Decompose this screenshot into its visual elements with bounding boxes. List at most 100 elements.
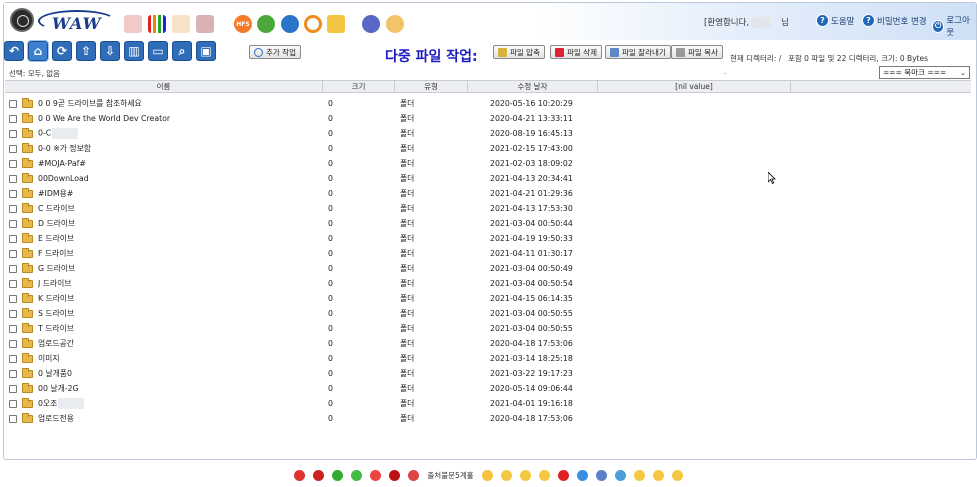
column-type[interactable]: 유형 bbox=[395, 81, 468, 92]
clover-icon[interactable] bbox=[332, 469, 344, 481]
search-files-icon[interactable]: ⌕ bbox=[172, 41, 192, 61]
row-name[interactable]: E 드라이브 bbox=[38, 233, 328, 244]
copy-button[interactable]: 파일 복사 bbox=[671, 45, 723, 59]
cool-icon[interactable] bbox=[671, 469, 683, 481]
row-name[interactable]: 0 0 9곧 드라이브를 참조하세요 bbox=[38, 98, 328, 109]
mushroom-icon[interactable] bbox=[370, 469, 382, 481]
berry-icon[interactable] bbox=[313, 469, 325, 481]
logout-link[interactable]: ⏻ 로그아웃 bbox=[932, 14, 976, 38]
row-name[interactable]: 0-C bbox=[38, 128, 328, 139]
globe-icon[interactable] bbox=[362, 15, 380, 33]
row-name[interactable]: G 드라이브 bbox=[38, 263, 328, 274]
row-checkbox[interactable] bbox=[9, 309, 17, 318]
waw-logo[interactable]: WAW bbox=[38, 8, 118, 34]
utorrent-icon[interactable] bbox=[257, 15, 275, 33]
change-password-link[interactable]: ? 비밀번호 변경 bbox=[862, 14, 927, 27]
cut-button[interactable]: 파일 잘라내기 bbox=[605, 45, 671, 59]
refresh-icon[interactable]: ⟳ bbox=[52, 41, 72, 61]
archive-button[interactable]: 파일 압축 bbox=[493, 45, 545, 59]
bookmark-select[interactable]: === 북마크 === ⌄ bbox=[879, 66, 970, 79]
row-name[interactable]: #MOJA-Paf# bbox=[38, 159, 328, 168]
new-folder-icon[interactable]: ▭ bbox=[148, 41, 168, 61]
row-name[interactable]: K 드라이브 bbox=[38, 293, 328, 304]
table-row[interactable]: #IDM용# 0 폴더 2021-04-21 01:29:36 bbox=[9, 186, 709, 201]
table-row[interactable]: T 드라이브 0 폴더 2021-03-04 00:50:55 bbox=[9, 321, 709, 336]
cloud-icon[interactable] bbox=[595, 469, 607, 481]
upload-icon[interactable]: ⇧ bbox=[76, 41, 96, 61]
table-row[interactable]: #MOJA-Paf# 0 폴더 2021-02-03 18:09:02 bbox=[9, 156, 709, 171]
row-name[interactable]: F 드라이브 bbox=[38, 248, 328, 259]
ladybug-icon[interactable] bbox=[294, 469, 306, 481]
site-emblem-icon[interactable] bbox=[10, 8, 34, 32]
table-row[interactable]: 0-0 ※가 정보함 0 폴더 2021-02-15 17:43:00 bbox=[9, 141, 709, 156]
calligraphy-icon[interactable] bbox=[172, 15, 190, 33]
row-checkbox[interactable] bbox=[9, 129, 17, 138]
row-checkbox[interactable] bbox=[9, 219, 17, 228]
row-checkbox[interactable] bbox=[9, 174, 17, 183]
row-name[interactable]: 00 날개-2G bbox=[38, 383, 328, 394]
qbittorrent-icon[interactable] bbox=[281, 15, 299, 33]
row-checkbox[interactable] bbox=[9, 354, 17, 363]
column-extra[interactable]: [nil value] bbox=[598, 81, 791, 92]
leaf-icon[interactable] bbox=[351, 469, 363, 481]
row-checkbox[interactable] bbox=[9, 249, 17, 258]
table-row[interactable]: 00DownLoad 0 폴더 2021-04-13 20:34:41 bbox=[9, 171, 709, 186]
back-icon[interactable]: ↶ bbox=[4, 41, 24, 61]
row-name[interactable]: 이미지 bbox=[38, 353, 328, 364]
home-icon[interactable]: ⌂ bbox=[27, 40, 49, 62]
row-checkbox[interactable] bbox=[9, 99, 17, 108]
table-row[interactable]: J 드라이브 0 폴더 2021-03-04 00:50:54 bbox=[9, 276, 709, 291]
column-name[interactable]: 이름 bbox=[5, 81, 323, 92]
table-row[interactable]: G 드라이브 0 폴더 2021-03-04 00:50:49 bbox=[9, 261, 709, 276]
row-name[interactable]: S 드라이브 bbox=[38, 308, 328, 319]
character-icon[interactable] bbox=[196, 15, 214, 33]
row-checkbox[interactable] bbox=[9, 279, 17, 288]
equalizer-icon[interactable] bbox=[148, 15, 166, 33]
table-row[interactable]: D 드라이브 0 폴더 2021-03-04 00:50:44 bbox=[9, 216, 709, 231]
row-checkbox[interactable] bbox=[9, 339, 17, 348]
mascot-icon[interactable] bbox=[124, 15, 142, 33]
row-name[interactable]: 0오조 bbox=[38, 398, 328, 410]
mushroom-red-icon[interactable] bbox=[557, 469, 569, 481]
table-row[interactable]: 00 날개-2G 0 폴더 2020-05-14 09:06:44 bbox=[9, 381, 709, 396]
candy-icon[interactable] bbox=[408, 469, 420, 481]
table-row[interactable]: 업로드공간 0 폴더 2020-04-18 17:53:06 bbox=[9, 336, 709, 351]
row-checkbox[interactable] bbox=[9, 204, 17, 213]
hfs-icon[interactable]: HFS bbox=[234, 15, 252, 33]
row-name[interactable]: 업로드공간 bbox=[38, 338, 328, 349]
checklist-icon[interactable] bbox=[327, 15, 345, 33]
row-checkbox[interactable] bbox=[9, 144, 17, 153]
smile-icon[interactable] bbox=[519, 469, 531, 481]
party-icon[interactable] bbox=[481, 469, 493, 481]
row-checkbox[interactable] bbox=[9, 324, 17, 333]
table-row[interactable]: 0오조 0 폴더 2021-04-01 19:16:18 bbox=[9, 396, 709, 411]
row-checkbox[interactable] bbox=[9, 384, 17, 393]
row-name[interactable]: 0-0 ※가 정보함 bbox=[38, 143, 328, 154]
row-name[interactable]: T 드라이브 bbox=[38, 323, 328, 334]
row-checkbox[interactable] bbox=[9, 189, 17, 198]
row-name[interactable]: D 드라이브 bbox=[38, 218, 328, 229]
grin-icon[interactable] bbox=[500, 469, 512, 481]
table-row[interactable]: 0-C 0 폴더 2020-08-19 16:45:13 bbox=[9, 126, 709, 141]
trash-icon[interactable]: ▥ bbox=[124, 41, 144, 61]
v-icon[interactable] bbox=[386, 15, 404, 33]
row-checkbox[interactable] bbox=[9, 264, 17, 273]
download-icon[interactable]: ⇩ bbox=[100, 41, 120, 61]
wink-icon[interactable] bbox=[538, 469, 550, 481]
column-modified[interactable]: 수정 날자 bbox=[468, 81, 598, 92]
table-row[interactable]: 0 날개품0 0 폴더 2021-03-22 19:17:23 bbox=[9, 366, 709, 381]
selection-controls[interactable]: 선택: 모두, 없음 bbox=[9, 68, 60, 79]
row-checkbox[interactable] bbox=[9, 159, 17, 168]
row-checkbox[interactable] bbox=[9, 234, 17, 243]
planet-icon[interactable] bbox=[614, 469, 626, 481]
row-checkbox[interactable] bbox=[9, 294, 17, 303]
column-size[interactable]: 크기 bbox=[323, 81, 395, 92]
row-checkbox[interactable] bbox=[9, 399, 17, 408]
row-name[interactable]: 00DownLoad bbox=[38, 174, 328, 183]
delete-button[interactable]: 파일 삭제 bbox=[550, 45, 602, 59]
row-name[interactable]: J 드라이브 bbox=[38, 278, 328, 289]
search-icon[interactable] bbox=[304, 15, 322, 33]
row-name[interactable]: #IDM용# bbox=[38, 188, 328, 199]
table-row[interactable]: S 드라이브 0 폴더 2021-03-04 00:50:55 bbox=[9, 306, 709, 321]
add-task-button[interactable]: 추가 작업 bbox=[249, 45, 301, 59]
